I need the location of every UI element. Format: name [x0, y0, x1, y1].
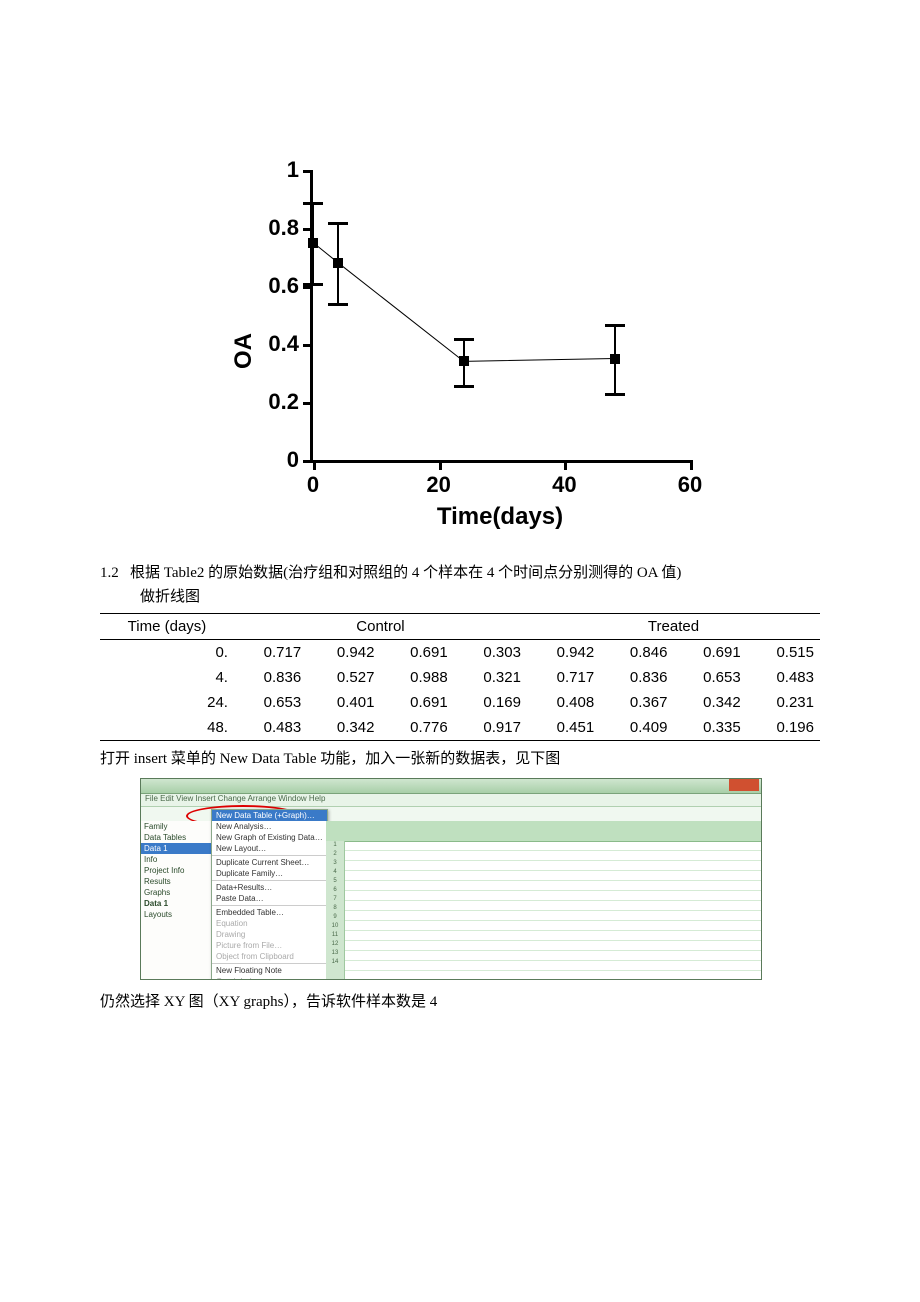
ytick-label: 0.6	[268, 273, 299, 299]
close-icon[interactable]	[729, 779, 759, 791]
oa-time-chart: OA 1 0.8 0.6 0.4 0.2 0 0 20 40 60	[230, 170, 690, 531]
ytick-label: 0.2	[268, 389, 299, 415]
plot-area: 1 0.8 0.6 0.4 0.2 0 0 20 40 60	[310, 170, 690, 463]
table-row: 0. 0.7170.9420.6910.303 0.9420.8460.6910…	[100, 640, 820, 666]
table-row: 48. 0.4830.3420.7760.917 0.4510.4090.335…	[100, 715, 820, 741]
menu-item-new-data-table[interactable]: New Data Table (+Graph)…	[212, 810, 327, 821]
section-1-2: 1.2 根据 Table2 的原始数据(治疗组和对照组的 4 个样本在 4 个时…	[100, 561, 820, 609]
col-time: Time (days)	[100, 614, 234, 640]
ytick-label: 1	[287, 157, 299, 183]
table-row: 4. 0.8360.5270.9880.321 0.7170.8360.6530…	[100, 665, 820, 690]
menu-item: Equation	[212, 918, 327, 929]
x-axis-label: Time(days)	[310, 503, 690, 531]
data-point	[459, 356, 469, 366]
series-line	[313, 170, 690, 460]
col-control: Control	[234, 614, 527, 640]
body-text-2: 仍然选择 XY 图（XY graphs），告诉软件样本数是 4	[100, 990, 820, 1011]
menu-item: Graph Index…	[212, 976, 327, 980]
menu-item: Picture from File…	[212, 940, 327, 951]
table-row: 24. 0.6530.4010.6910.169 0.4080.3670.342…	[100, 690, 820, 715]
menu-item[interactable]: New Analysis…	[212, 821, 327, 832]
prism-screenshot: File Edit View Insert Change Arrange Win…	[140, 778, 762, 980]
data-point	[333, 258, 343, 268]
menu-item: Object from Clipboard	[212, 951, 327, 962]
insert-menu-dropdown[interactable]: New Data Table (+Graph)… New Analysis… N…	[211, 809, 328, 980]
menu-item: Drawing	[212, 929, 327, 940]
ytick-label: 0	[287, 447, 299, 473]
menu-item[interactable]: Embedded Table…	[212, 907, 327, 918]
body-text-1: 打开 insert 菜单的 New Data Table 功能，加入一张新的数据…	[100, 747, 820, 768]
y-axis-label: OA	[230, 333, 258, 369]
data-point	[308, 238, 318, 248]
col-treated: Treated	[527, 614, 820, 640]
xtick-label: 60	[678, 472, 702, 498]
menu-item[interactable]: Paste Data…	[212, 893, 327, 904]
menu-item[interactable]: New Layout…	[212, 843, 327, 854]
menu-item[interactable]: Duplicate Current Sheet…	[212, 857, 327, 868]
prism-navigator[interactable]: Family Data Tables Data 1 Info Project I…	[141, 821, 212, 979]
prism-data-grid[interactable]	[326, 821, 761, 979]
section-number: 1.2	[100, 565, 119, 581]
data-point	[610, 354, 620, 364]
oa-data-table: Time (days) Control Treated 0. 0.7170.94…	[100, 613, 820, 741]
xtick-label: 20	[426, 472, 450, 498]
menu-item[interactable]: New Floating Note	[212, 965, 327, 976]
ytick-label: 0.4	[268, 331, 299, 357]
prism-row-numbers: 1234567891011121314	[326, 841, 345, 979]
ytick-label: 0.8	[268, 215, 299, 241]
xtick-label: 40	[552, 472, 576, 498]
section-text: 根据 Table2 的原始数据(治疗组和对照组的 4 个样本在 4 个时间点分别…	[130, 565, 681, 581]
xtick-label: 0	[307, 472, 319, 498]
section-text-cont: 做折线图	[140, 585, 820, 609]
menu-item[interactable]: Duplicate Family…	[212, 868, 327, 879]
menu-item[interactable]: New Graph of Existing Data…	[212, 832, 327, 843]
menu-item[interactable]: Data+Results…	[212, 882, 327, 893]
prism-titlebar	[141, 779, 761, 794]
